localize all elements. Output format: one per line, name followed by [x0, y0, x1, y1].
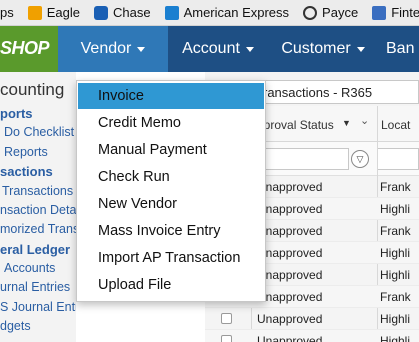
bookmark-amex[interactable]: American Express [164, 5, 290, 20]
logo[interactable]: SHOP [0, 26, 58, 72]
bookmark-apps[interactable]: ps [0, 5, 14, 20]
nav-label: Customer [281, 40, 351, 57]
nav-customer[interactable]: Customer [268, 26, 378, 72]
sidebar-item-todo-checklist[interactable]: Do Checklist [4, 125, 74, 139]
sidebar-section-general-ledger[interactable]: eral Ledger [0, 242, 70, 257]
sidebar-title: counting [0, 80, 65, 99]
table-row[interactable]: Unapproved Highli [205, 330, 419, 342]
caret-down-icon [356, 46, 365, 52]
sidebar-item-accounts[interactable]: Accounts [4, 261, 55, 275]
row-location: Frank [380, 224, 411, 238]
nav-label: Account [182, 40, 240, 57]
row-status: Unapproved [257, 180, 323, 194]
row-location: Frank [380, 290, 411, 304]
sidebar-item-memorized-transactions[interactable]: morized Trans [0, 222, 76, 236]
row-status: Unapproved [257, 312, 323, 326]
row-checkbox[interactable] [221, 313, 232, 324]
amex-icon [164, 5, 179, 20]
filter-icon[interactable]: ▽ [351, 150, 369, 168]
chase-icon [93, 5, 108, 20]
bookmark-label: American Express [183, 5, 290, 20]
location-filter-input[interactable] [377, 148, 419, 170]
sidebar-section-reports[interactable]: ports [0, 106, 33, 121]
sidebar-item-journal-entries[interactable]: urnal Entries [0, 280, 70, 294]
vendor-dropdown-menu: Invoice Credit Memo Manual Payment Check… [76, 80, 266, 302]
view-selector[interactable]: ransactions - R365 [257, 80, 419, 104]
menu-item-manual-payment[interactable]: Manual Payment [78, 137, 264, 163]
nav-banking[interactable]: Ban [378, 26, 419, 72]
table-row[interactable]: Unapproved Highli [205, 308, 419, 330]
sidebar-item-reports[interactable]: Reports [4, 145, 48, 159]
row-status: Unapproved [257, 268, 323, 282]
column-header-label: Locat [381, 118, 411, 132]
row-status: Unapproved [257, 290, 323, 304]
fintech-icon [372, 5, 387, 20]
row-location: Highli [380, 202, 411, 216]
sidebar-item-s-journal-entries[interactable]: S Journal Entries [0, 300, 76, 314]
caret-down-icon [245, 46, 254, 52]
sidebar-item-budgets[interactable]: dgets [0, 319, 31, 333]
menu-item-credit-memo[interactable]: Credit Memo [78, 110, 264, 136]
column-header-label: pproval Status [257, 118, 334, 132]
row-status: Unapproved [257, 334, 323, 342]
eagle-icon [27, 5, 42, 20]
menu-item-mass-invoice-entry[interactable]: Mass Invoice Entry [78, 218, 264, 244]
sidebar-item-transactions[interactable]: Transactions [2, 184, 73, 198]
menu-item-import-ap-transaction[interactable]: Import AP Transaction [78, 245, 264, 271]
menu-item-upload-file[interactable]: Upload File [78, 272, 264, 298]
caret-down-icon [137, 46, 146, 52]
status-filter-input[interactable] [257, 148, 349, 170]
bookmark-eagle[interactable]: Eagle [27, 5, 80, 20]
row-location: Frank [380, 180, 411, 194]
row-location: Highli [380, 268, 411, 282]
nav-account[interactable]: Account [168, 26, 268, 72]
column-menu-icon[interactable]: ⌄ [360, 114, 369, 127]
sort-arrow-icon: ▼ [342, 118, 351, 128]
bookmark-payce[interactable]: Payce [303, 5, 358, 20]
row-location: Highli [380, 312, 411, 326]
row-location: Highli [380, 334, 411, 342]
menu-item-invoice[interactable]: Invoice [78, 83, 264, 109]
payce-icon [303, 5, 318, 20]
row-status: Unapproved [257, 246, 323, 260]
bookmark-label: ps [0, 5, 14, 20]
sidebar: counting ports Do Checklist Reports sact… [0, 72, 76, 342]
bookmark-label: Payce [322, 5, 359, 20]
menu-item-new-vendor[interactable]: New Vendor [78, 191, 264, 217]
nav-label: Ban [386, 40, 415, 57]
sidebar-item-transaction-detail[interactable]: nsaction Deta [0, 203, 76, 217]
bookmark-label: Chase [112, 5, 151, 20]
logo-text: SHOP [0, 38, 50, 58]
row-status: Unapproved [257, 224, 323, 238]
top-nav: SHOP Vendor Account Customer Ban [0, 26, 419, 72]
menu-item-check-run[interactable]: Check Run [78, 164, 264, 190]
nav-label: Vendor [80, 40, 132, 57]
bookmark-label: Fintec [391, 5, 419, 20]
column-header-location[interactable]: Locat [377, 106, 419, 142]
bookmarks-bar: ps Eagle Chase American Express Payce Fi… [0, 0, 419, 26]
bookmark-fintech[interactable]: Fintec [372, 5, 419, 20]
bookmark-chase[interactable]: Chase [93, 5, 151, 20]
row-location: Highli [380, 246, 411, 260]
nav-vendor[interactable]: Vendor [58, 26, 168, 72]
sidebar-section-transactions[interactable]: sactions [0, 164, 53, 179]
row-status: Unapproved [257, 202, 323, 216]
bookmark-label: Eagle [46, 5, 80, 20]
row-checkbox[interactable] [221, 335, 232, 342]
